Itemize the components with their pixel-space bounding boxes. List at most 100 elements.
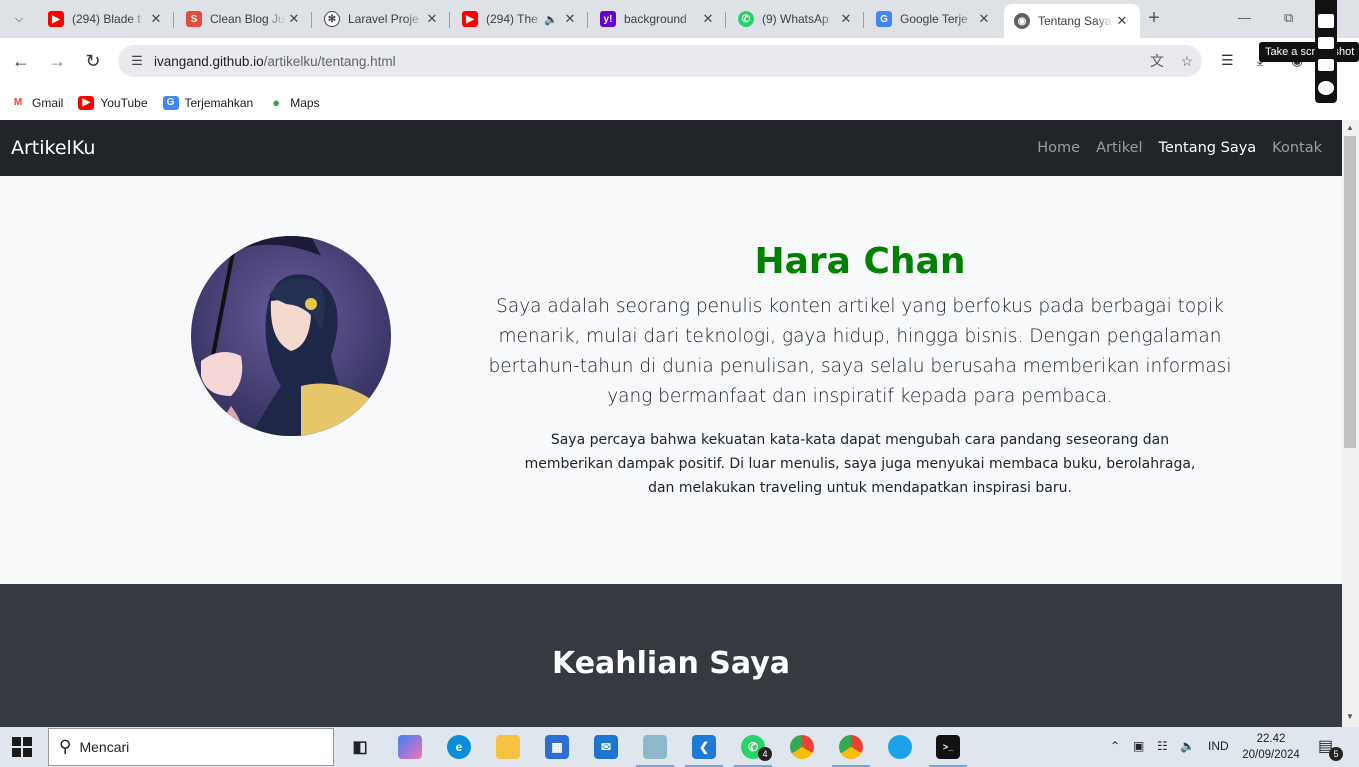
openai-icon: ✻ <box>324 11 340 27</box>
site-info-icon[interactable]: ☰ <box>120 53 154 69</box>
about-body-paragraph: Saya percaya bahwa kekuatan kata-kata da… <box>524 432 1196 496</box>
translate-icon[interactable]: 文 <box>1142 51 1172 71</box>
google-translate-icon: G <box>876 11 892 27</box>
close-icon[interactable]: ✕ <box>424 11 440 27</box>
search-placeholder: Mencari <box>79 739 130 755</box>
scroll-down-icon[interactable]: ▼ <box>1346 712 1354 721</box>
tray-overflow-icon[interactable]: ⌃ <box>1110 739 1120 753</box>
terminal-icon[interactable]: >_ <box>936 735 960 759</box>
notification-badge: 5 <box>1329 747 1343 761</box>
maps-pin-icon: ● <box>272 95 281 110</box>
copilot-icon[interactable] <box>398 735 422 759</box>
windows-start-icon[interactable] <box>12 737 32 757</box>
tab-active[interactable]: ◉ Tentang Saya ✕ <box>1004 4 1140 38</box>
scroll-up-icon[interactable]: ▲ <box>1346 123 1354 132</box>
vscode-icon[interactable]: ❮ <box>692 735 716 759</box>
bookmarks-bar: M Gmail ▶ YouTube G Terjemahkan ● Maps <box>0 85 1359 120</box>
close-icon[interactable]: ✕ <box>148 11 164 27</box>
windows-taskbar: ⚲ Mencari ◧ e ▦ ✉ ❮ ✆ 4 >_ ⌃ ▣ ☷ 🔈 IND 2… <box>0 727 1359 767</box>
bookmark-translate[interactable]: G Terjemahkan <box>162 95 254 110</box>
minimize-button[interactable]: — <box>1238 10 1251 25</box>
taskbar-clock[interactable]: 22.42 20/09/2024 <box>1236 731 1306 763</box>
camera-icon[interactable] <box>1318 14 1334 28</box>
clock-time: 22.42 <box>1256 733 1286 745</box>
meet-now-icon[interactable]: ▣ <box>1133 739 1144 753</box>
tab-title: background <box>624 12 687 26</box>
chrome-icon[interactable] <box>790 735 814 759</box>
language-indicator[interactable]: IND <box>1208 739 1229 753</box>
screenshot-extension-toolbar <box>1315 0 1337 103</box>
about-name: Hara Chan <box>754 241 966 282</box>
yahoo-icon: y! <box>600 11 616 27</box>
notes-app-icon[interactable] <box>643 735 667 759</box>
tab-4[interactable]: ▶ (294) The 🔈 ✕ <box>452 4 588 34</box>
profile-avatar <box>191 236 391 436</box>
tab-title: (9) WhatsAp <box>762 12 829 26</box>
clock-date: 20/09/2024 <box>1242 749 1300 761</box>
nav-home[interactable]: Home <box>1037 140 1080 156</box>
close-icon[interactable]: ✕ <box>286 11 302 27</box>
bookmark-star-icon[interactable]: ☆ <box>1172 53 1202 70</box>
url-text[interactable]: ivangand.github.io/artikelku/tentang.htm… <box>154 54 1142 69</box>
chrome-profile-icon[interactable] <box>839 735 863 759</box>
tab-title: (294) Blade t <box>72 12 141 26</box>
search-icon: ⚲ <box>59 737 72 756</box>
page-scrollbar[interactable]: ▲ ▼ <box>1342 120 1359 727</box>
globe-icon: ◉ <box>1014 13 1030 29</box>
forward-button[interactable]: → <box>46 50 68 72</box>
reload-button[interactable]: ↻ <box>82 50 104 72</box>
bookmark-gmail[interactable]: M Gmail <box>10 95 64 110</box>
taskbar-search[interactable]: ⚲ Mencari <box>48 728 334 766</box>
store-icon[interactable]: ▦ <box>545 735 569 759</box>
site-brand[interactable]: ArtikelKu <box>11 137 95 159</box>
close-icon[interactable]: ✕ <box>1114 13 1130 29</box>
close-icon[interactable]: ✕ <box>838 11 854 27</box>
tab-3[interactable]: ✻ Laravel Proje ✕ <box>314 4 450 34</box>
gmail-icon: M <box>13 97 23 108</box>
about-lead-paragraph: Saya adalah seorang penulis konten artik… <box>488 296 1232 407</box>
bookmark-label: YouTube <box>100 95 148 110</box>
media-control-icon[interactable]: ☰ <box>1221 52 1234 69</box>
file-explorer-icon[interactable] <box>496 735 520 759</box>
nav-links: Home Artikel Tentang Saya Kontak <box>1037 140 1322 156</box>
site-navbar: ArtikelKu Home Artikel Tentang Saya Kont… <box>0 120 1342 176</box>
gear-icon[interactable] <box>1318 81 1334 95</box>
window-capture-icon[interactable] <box>1318 59 1334 71</box>
youtube-icon: ▶ <box>462 11 478 27</box>
tab-5[interactable]: y! background ✕ <box>590 4 726 34</box>
tab-strip: ⌵ ▶ (294) Blade t ✕ S Clean Blog Ju ✕ ✻ … <box>0 0 1359 38</box>
tab-1[interactable]: ▶ (294) Blade t ✕ <box>38 4 174 34</box>
elephant-app-icon[interactable] <box>888 735 912 759</box>
close-icon[interactable]: ✕ <box>700 11 716 27</box>
new-tab-button[interactable]: + <box>1143 8 1165 30</box>
close-icon[interactable]: ✕ <box>976 11 992 27</box>
tab-2[interactable]: S Clean Blog Ju ✕ <box>176 4 312 34</box>
tab-6[interactable]: ✆ (9) WhatsAp ✕ <box>728 4 864 34</box>
edge-icon[interactable]: e <box>447 735 471 759</box>
scroll-thumb[interactable] <box>1344 136 1356 448</box>
nav-kontak[interactable]: Kontak <box>1272 140 1322 156</box>
mail-icon[interactable]: ✉ <box>594 735 618 759</box>
speaker-icon[interactable]: 🔈 <box>544 13 558 26</box>
bookmark-label: Terjemahkan <box>184 95 254 110</box>
back-button[interactable]: ← <box>10 50 32 72</box>
skills-title: Keahlian Saya <box>551 646 790 681</box>
wifi-icon[interactable]: ☷ <box>1157 739 1168 753</box>
nav-tentang-saya[interactable]: Tentang Saya <box>1159 140 1257 156</box>
bookmark-label: Maps <box>290 95 320 110</box>
google-translate-icon: G <box>162 95 179 110</box>
nav-artikel[interactable]: Artikel <box>1096 140 1142 156</box>
bookmark-maps[interactable]: ● Maps <box>268 95 320 110</box>
tab-title: (294) The <box>486 12 538 26</box>
bookmark-label: Gmail <box>32 95 64 110</box>
address-bar[interactable]: ☰ ivangand.github.io/artikelku/tentang.h… <box>118 45 1202 77</box>
close-icon[interactable]: ✕ <box>562 11 578 27</box>
volume-icon[interactable]: 🔈 <box>1180 739 1195 753</box>
task-view-icon[interactable]: ◧ <box>348 735 372 759</box>
tab-7[interactable]: G Google Terje ✕ <box>866 4 1002 34</box>
tab-search-button[interactable]: ⌵ <box>6 6 32 32</box>
bookmark-youtube[interactable]: ▶ YouTube <box>78 95 148 110</box>
tab-title: Clean Blog Ju <box>210 12 285 26</box>
video-icon[interactable] <box>1318 37 1334 49</box>
restore-button[interactable]: ⧉ <box>1284 10 1293 26</box>
